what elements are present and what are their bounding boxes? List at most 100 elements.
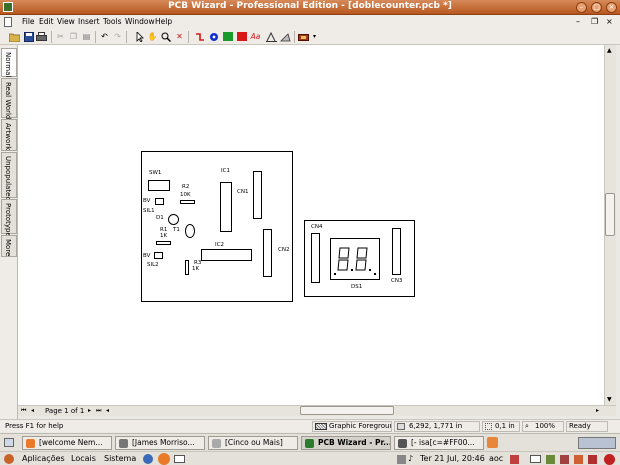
- cut-icon[interactable]: ✂: [55, 31, 66, 42]
- last-page-icon[interactable]: ⏭: [96, 407, 101, 415]
- menu-view[interactable]: View: [57, 17, 75, 26]
- task-welcome[interactable]: [welcome Nem...: [22, 436, 112, 450]
- chip-ic1[interactable]: [220, 182, 232, 232]
- copy-icon[interactable]: ❐: [68, 31, 79, 42]
- display-ds1[interactable]: [330, 238, 380, 280]
- save-icon[interactable]: [23, 31, 34, 42]
- track-tool-icon[interactable]: [194, 31, 205, 42]
- tab-normal[interactable]: Normal: [1, 48, 17, 77]
- chip-ic2[interactable]: [201, 249, 252, 261]
- tray-icon-5[interactable]: [574, 455, 583, 464]
- dimension-tool-icon[interactable]: [266, 31, 277, 42]
- ubuntu-logo-icon[interactable]: [4, 454, 14, 464]
- print-icon[interactable]: [36, 31, 47, 42]
- show-desktop-icon[interactable]: [4, 438, 14, 447]
- tab-unpopulated[interactable]: Unpopulated: [1, 152, 17, 201]
- pcb-canvas[interactable]: SW1 R2 10K IC1 CN1 BV SIL1 D1 T1 R1 1K I…: [18, 45, 604, 405]
- hand-pan-icon[interactable]: ✋: [147, 31, 158, 42]
- task-cinco-ou-mais[interactable]: [Cinco ou Mais]: [208, 436, 298, 450]
- user-name[interactable]: aoc: [489, 454, 503, 463]
- help-icon[interactable]: [143, 454, 153, 464]
- menu-sistema[interactable]: Sistema: [104, 454, 136, 463]
- firefox-launcher-icon[interactable]: [158, 453, 170, 465]
- minimize-icon[interactable]: –: [576, 2, 587, 13]
- red-rect-icon[interactable]: [236, 31, 247, 42]
- email-launcher-icon[interactable]: [174, 455, 185, 463]
- tab-more[interactable]: More: [1, 235, 17, 257]
- open-icon[interactable]: [9, 31, 20, 42]
- measure-tool-icon[interactable]: [280, 31, 291, 42]
- next-page-icon[interactable]: ▸: [88, 407, 91, 414]
- menu-tools[interactable]: Tools: [103, 17, 121, 26]
- menu-locais[interactable]: Locais: [71, 454, 96, 463]
- connector-cn1[interactable]: [253, 171, 262, 219]
- tray-icon-1[interactable]: [510, 455, 519, 464]
- connector-bv2[interactable]: [154, 252, 163, 259]
- undo-icon[interactable]: ↶: [99, 31, 110, 42]
- document-icon[interactable]: [4, 17, 12, 27]
- pcb-board-main[interactable]: SW1 R2 10K IC1 CN1 BV SIL1 D1 T1 R1 1K I…: [141, 151, 293, 302]
- first-page-icon[interactable]: ⏮: [21, 407, 26, 415]
- green-rect-icon[interactable]: [222, 31, 233, 42]
- resistor-r1[interactable]: [156, 241, 171, 245]
- network-icon[interactable]: [397, 455, 406, 464]
- status-bar: Press F1 for help Graphic Foreground 6,2…: [0, 419, 620, 432]
- mail-tray-icon[interactable]: [530, 455, 541, 463]
- doc-minimize-icon[interactable]: –: [576, 17, 580, 26]
- tray-icon-6[interactable]: [588, 455, 597, 464]
- connector-bv1[interactable]: [155, 198, 164, 205]
- shutdown-icon[interactable]: [604, 454, 615, 465]
- doc-close-icon[interactable]: ×: [606, 17, 613, 26]
- gallery-dropdown-icon[interactable]: ▾: [309, 31, 320, 42]
- menu-insert[interactable]: Insert: [78, 17, 100, 26]
- resistor-r2[interactable]: [180, 200, 195, 204]
- pad-tool-icon[interactable]: [208, 31, 219, 42]
- vertical-scroll-thumb[interactable]: [605, 193, 615, 236]
- clock[interactable]: Ter 21 Jul, 20:46: [420, 454, 485, 463]
- close-icon[interactable]: ×: [606, 2, 617, 13]
- prev-page-icon[interactable]: ◂: [31, 407, 34, 414]
- pointer-icon[interactable]: [134, 31, 145, 42]
- tab-artwork[interactable]: Artwork: [1, 119, 17, 151]
- menu-window[interactable]: Window: [125, 17, 155, 26]
- transistor-t1[interactable]: [185, 224, 195, 238]
- resistor-r3[interactable]: [185, 260, 189, 275]
- component-gallery-icon[interactable]: [298, 31, 309, 42]
- redo-icon[interactable]: ↷: [112, 31, 123, 42]
- doc-restore-icon[interactable]: ❐: [591, 17, 598, 26]
- tab-real-world[interactable]: Real World: [1, 78, 17, 119]
- delete-icon[interactable]: ✕: [174, 31, 185, 42]
- label-d1: D1: [156, 215, 164, 221]
- maximize-icon[interactable]: □: [591, 2, 602, 13]
- menu-bar: File Edit View Insert Tools Window Help …: [0, 15, 620, 29]
- menu-file[interactable]: File: [22, 17, 35, 26]
- volume-icon[interactable]: ♪: [408, 454, 413, 463]
- task-pcb-wizard[interactable]: PCB Wizard - Pr...: [301, 436, 391, 450]
- menu-edit[interactable]: Edit: [39, 17, 54, 26]
- notify-icon[interactable]: [487, 437, 498, 448]
- workspace-switcher[interactable]: [578, 437, 616, 449]
- scroll-left-icon[interactable]: ◂: [106, 407, 109, 414]
- menu-help[interactable]: Help: [155, 17, 172, 26]
- menu-aplicacoes[interactable]: Aplicações: [22, 454, 65, 463]
- tray-icon-4[interactable]: [560, 455, 569, 464]
- connector-cn2[interactable]: [263, 229, 272, 277]
- text-tool-icon[interactable]: Aa: [250, 31, 261, 42]
- pcb-board-display[interactable]: CN4 DS1 CN3: [304, 220, 415, 297]
- zoom-icon[interactable]: [160, 31, 171, 42]
- connector-cn4[interactable]: [311, 233, 320, 283]
- scroll-down-icon[interactable]: ▼: [607, 396, 612, 403]
- led-d1[interactable]: [168, 214, 179, 225]
- scroll-up-icon[interactable]: ▲: [607, 47, 612, 54]
- layer-swatch-icon: [315, 423, 327, 430]
- tab-prototype[interactable]: Prototype: [1, 199, 17, 237]
- paste-icon[interactable]: ▤: [81, 31, 92, 42]
- task-isa[interactable]: [- isa[c=#FF00...: [394, 436, 484, 450]
- horizontal-scroll-thumb[interactable]: [300, 406, 394, 415]
- connector-cn3[interactable]: [392, 228, 401, 275]
- tray-icon-3[interactable]: [546, 455, 555, 464]
- scroll-right-icon[interactable]: ▸: [596, 407, 599, 414]
- label-r1-value: 1K: [160, 233, 168, 239]
- task-james-morrison[interactable]: [James Morriso...: [115, 436, 205, 450]
- switch-sw1[interactable]: [148, 180, 170, 191]
